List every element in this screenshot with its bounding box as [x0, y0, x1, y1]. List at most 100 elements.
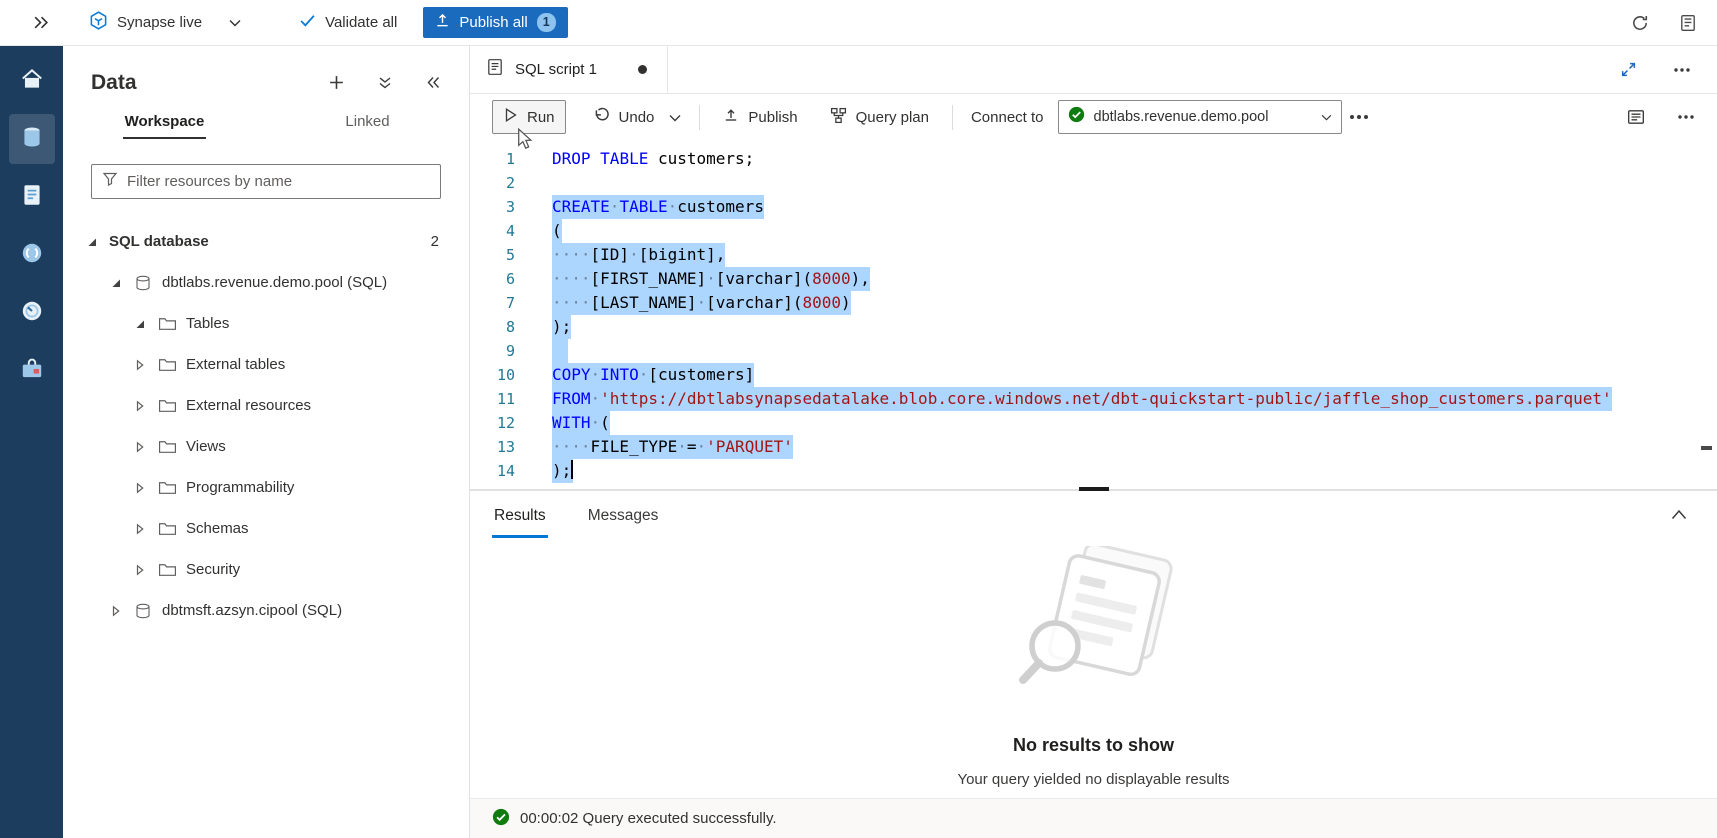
branch-selector[interactable]: Synapse live [89, 11, 241, 34]
code-line-text: FROM·'https://dbtlabsynapsedatalake.blob… [552, 387, 1612, 411]
chevron-collapsed-icon[interactable] [133, 441, 147, 453]
run-button[interactable]: Run [492, 100, 566, 134]
chevron-collapsed-icon[interactable] [133, 564, 147, 576]
line-number[interactable]: 10 [470, 363, 515, 387]
code-line-3[interactable]: 3CREATE·TABLE·customers [470, 195, 1717, 219]
code-line-12[interactable]: 12WITH·( [470, 411, 1717, 435]
home-icon [19, 66, 45, 97]
code-line-13[interactable]: 13····FILE_TYPE·=·'PARQUET' [470, 435, 1717, 459]
line-number[interactable]: 6 [470, 267, 515, 291]
tree-item-dbtlabs-revenue-demo-pool-sql[interactable]: dbtlabs.revenue.demo.pool (SQL) [63, 262, 469, 303]
view-settings-icon[interactable] [1623, 104, 1649, 130]
code-line-text: ····[FIRST_NAME]·[varchar](8000), [552, 267, 870, 291]
branch-label: Synapse live [117, 14, 202, 31]
line-number[interactable]: 2 [470, 171, 515, 195]
connect-pool-dropdown[interactable]: dbtlabs.revenue.demo.pool [1058, 100, 1342, 134]
collapse-panel-icon[interactable] [421, 71, 445, 94]
results-sash[interactable] [470, 489, 1717, 491]
run-label: Run [527, 109, 555, 126]
validate-all-button[interactable]: Validate all [299, 13, 397, 32]
nav-integrate-button[interactable] [9, 230, 55, 280]
chevron-expanded-icon[interactable] [133, 318, 147, 330]
line-number[interactable]: 13 [470, 435, 515, 459]
code-line-4[interactable]: 4( [470, 219, 1717, 243]
tree-item-label: dbtmsft.azsyn.cipool (SQL) [162, 602, 342, 619]
chevron-collapsed-icon[interactable] [133, 482, 147, 494]
editor-more-icon[interactable] [1673, 110, 1699, 124]
nav-monitor-button[interactable] [9, 288, 55, 338]
open-fullscreen-icon[interactable] [1616, 57, 1641, 82]
code-line-6[interactable]: 6 ····[FIRST_NAME]·[varchar](8000), [470, 267, 1717, 291]
nav-develop-button[interactable] [9, 172, 55, 222]
filter-resources-input[interactable] [127, 173, 430, 190]
publish-up-icon [435, 13, 450, 32]
code-line-text: DROP TABLE customers; [552, 147, 754, 171]
notebook-icon[interactable] [1675, 10, 1701, 36]
line-number[interactable]: 7 [470, 291, 515, 315]
line-number[interactable]: 12 [470, 411, 515, 435]
tree-item-label: External tables [186, 356, 285, 373]
tree-item-external-tables[interactable]: External tables [63, 344, 469, 385]
tab-results[interactable]: Results [492, 495, 548, 538]
sash-handle[interactable] [1079, 487, 1109, 491]
tab-linked[interactable]: Linked [266, 113, 469, 148]
line-number[interactable]: 9 [470, 339, 515, 363]
tab-messages[interactable]: Messages [586, 495, 661, 538]
code-line-10[interactable]: 10COPY·INTO·[customers] [470, 363, 1717, 387]
tree-item-security[interactable]: Security [63, 549, 469, 590]
code-line-11[interactable]: 11 FROM·'https://dbtlabsynapsedatalake.bl… [470, 387, 1717, 411]
publish-all-button[interactable]: Publish all 1 [423, 7, 567, 38]
tree-item-programmability[interactable]: Programmability [63, 467, 469, 508]
code-lines: 1 DROP TABLE customers; 23CREATE·TABLE·cus… [470, 147, 1717, 483]
more-icon[interactable] [1669, 63, 1695, 77]
line-number[interactable]: 1 [470, 147, 515, 171]
toolbar-divider [952, 105, 953, 130]
tab-workspace[interactable]: Workspace [63, 113, 266, 148]
resource-tree: SQL database2dbtlabs.revenue.demo.pool (… [63, 221, 469, 631]
sql-code-editor[interactable]: 1 DROP TABLE customers; 23CREATE·TABLE·cus… [470, 140, 1717, 489]
collapse-all-icon[interactable] [373, 71, 397, 95]
code-line-9[interactable]: 9 [470, 339, 1717, 363]
tab-sql-script-1[interactable]: SQL script 1 [470, 46, 668, 93]
chevron-up-icon[interactable] [1667, 505, 1691, 524]
data-explorer-panel: Data Workspace Linked [63, 46, 470, 838]
undo-button[interactable]: Undo [582, 100, 666, 135]
line-number[interactable]: 14 [470, 459, 515, 483]
publish-button[interactable]: Publish [712, 100, 808, 134]
code-line-1[interactable]: 1 DROP TABLE customers; [470, 147, 1717, 171]
toolbar-more-icon[interactable] [1342, 107, 1376, 127]
chevron-expanded-icon[interactable] [85, 236, 99, 248]
chevron-collapsed-icon[interactable] [109, 605, 123, 617]
code-line-8[interactable]: 8); [470, 315, 1717, 339]
tree-item-external-resources[interactable]: External resources [63, 385, 469, 426]
chevron-expanded-icon[interactable] [109, 277, 123, 289]
chevron-collapsed-icon[interactable] [133, 523, 147, 535]
expand-nav-icon[interactable] [28, 11, 53, 34]
line-number[interactable]: 11 [470, 387, 515, 411]
tree-item-tables[interactable]: Tables [63, 303, 469, 344]
code-line-5[interactable]: 5····[ID]·[bigint], [470, 243, 1717, 267]
line-number[interactable]: 4 [470, 219, 515, 243]
code-line-2[interactable]: 2 [470, 171, 1717, 195]
line-number[interactable]: 8 [470, 315, 515, 339]
nav-home-button[interactable] [9, 56, 55, 106]
nav-data-button[interactable] [9, 114, 55, 164]
folder-icon [157, 315, 177, 332]
document-tab-title: SQL script 1 [515, 61, 597, 78]
query-plan-button[interactable]: Query plan [819, 100, 940, 135]
line-number[interactable]: 5 [470, 243, 515, 267]
undo-dropdown-chevron[interactable] [663, 104, 687, 131]
tree-item-sql-database[interactable]: SQL database2 [63, 221, 469, 262]
add-icon[interactable] [324, 70, 349, 95]
chevron-collapsed-icon[interactable] [133, 359, 147, 371]
code-line-14[interactable]: 14); [470, 459, 1717, 483]
overview-ruler-cursor-mark [1701, 446, 1712, 450]
refresh-icon[interactable] [1627, 10, 1653, 36]
tree-item-views[interactable]: Views [63, 426, 469, 467]
tree-item-dbtmsft-azsyn-cipool-sql[interactable]: dbtmsft.azsyn.cipool (SQL) [63, 590, 469, 631]
chevron-collapsed-icon[interactable] [133, 400, 147, 412]
tree-item-schemas[interactable]: Schemas [63, 508, 469, 549]
line-number[interactable]: 3 [470, 195, 515, 219]
nav-manage-button[interactable] [9, 346, 55, 396]
code-line-7[interactable]: 7····[LAST_NAME]·[varchar](8000) [470, 291, 1717, 315]
